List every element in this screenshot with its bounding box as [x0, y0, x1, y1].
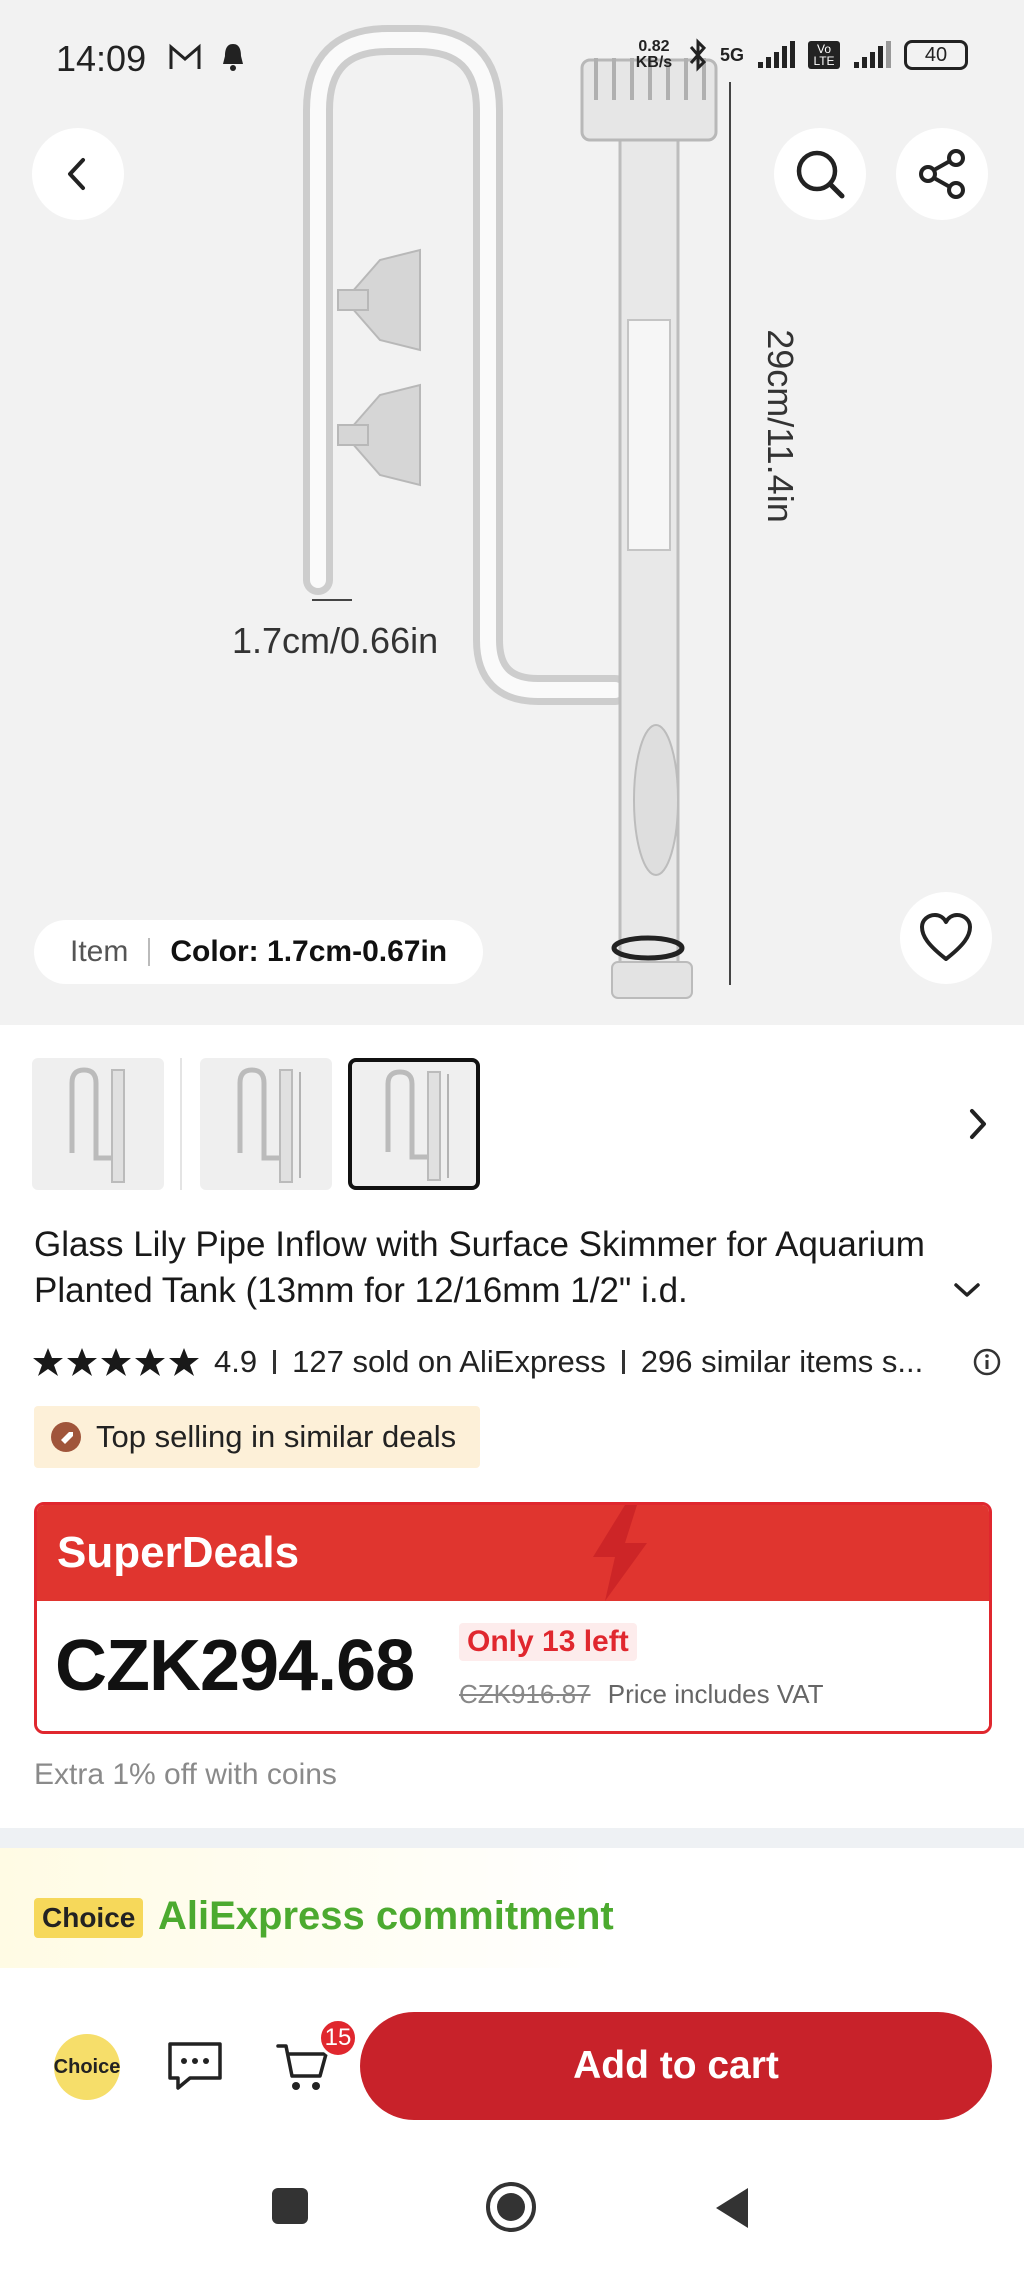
rating-row[interactable]: 4.9 127 sold on AliExpress 296 similar i…	[32, 1342, 1002, 1382]
superdeals-header: SuperDeals	[37, 1505, 989, 1601]
status-right-icons: 0.82 KB/s 5G Vo LTE 40	[632, 38, 968, 72]
chevron-right-icon	[970, 1109, 986, 1139]
item-label: Item	[70, 935, 129, 968]
heart-icon	[920, 913, 972, 961]
status-time: 14:09	[56, 38, 147, 79]
dimension-width-label: 1.7cm/0.66in	[232, 620, 439, 661]
search-button[interactable]	[774, 128, 866, 220]
tag-icon	[51, 1422, 81, 1452]
star-rating	[32, 1347, 200, 1377]
section-divider	[0, 1828, 1024, 1848]
thumbnail-image	[237, 1067, 301, 1183]
add-to-cart-button[interactable]: Add to cart	[360, 2012, 992, 2120]
vat-note: Price includes VAT	[607, 1679, 824, 1709]
share-button[interactable]	[896, 128, 988, 220]
chat-icon	[168, 2042, 222, 2090]
chevron-left-icon	[68, 158, 85, 190]
info-icon[interactable]	[972, 1347, 1002, 1377]
thumbnail-image	[385, 1069, 449, 1181]
commitment-text: AliExpress commitment	[158, 1894, 614, 1938]
choice-tag: Choice	[34, 1898, 144, 1938]
chevron-down-icon	[954, 1283, 980, 1297]
signal-icon	[758, 41, 795, 68]
bottom-action-bar: Choice 15 Add to cart	[0, 1968, 1024, 2148]
star-icon	[33, 1348, 63, 1376]
bluetooth-icon	[689, 38, 707, 72]
superdeals-card: SuperDeals CZK294.68 Only 13 left CZK916…	[34, 1502, 992, 1734]
thumbnail-2[interactable]	[200, 1058, 332, 1190]
product-image	[303, 25, 731, 999]
gmail-icon	[169, 43, 201, 69]
favorite-button[interactable]	[900, 892, 992, 984]
sale-price: CZK294.68	[55, 1626, 415, 1706]
commitment-section[interactable]: Choice AliExpress commitment	[0, 1848, 1024, 1968]
thumbnail-3[interactable]	[348, 1058, 480, 1190]
variant-pill[interactable]: Item Color: 1.7cm-0.67in	[34, 920, 484, 984]
color-variant-label: Color: 1.7cm-0.67in	[170, 935, 448, 968]
star-icon	[169, 1348, 199, 1376]
system-navigation-bar	[0, 2148, 1024, 2276]
superdeals-body: CZK294.68 Only 13 left CZK916.87 Price i…	[37, 1601, 989, 1731]
notification-icons	[168, 42, 246, 72]
share-icon	[919, 149, 965, 199]
star-icon	[135, 1348, 165, 1376]
chat-button[interactable]	[166, 2040, 224, 2097]
back-nav-icon[interactable]	[712, 2186, 752, 2230]
thumbnails-next-button[interactable]	[952, 1098, 1004, 1150]
star-icon	[67, 1348, 97, 1376]
thumbnail-strip	[32, 1058, 992, 1190]
recent-apps-icon[interactable]	[270, 2186, 310, 2226]
top-selling-text: Top selling in similar deals	[96, 1419, 457, 1454]
sold-count: 127 sold on AliExpress	[292, 1344, 606, 1379]
expand-title-button[interactable]	[950, 1278, 984, 1307]
lightning-icon	[593, 1505, 647, 1601]
net-speed: 0.82 KB/s	[635, 38, 673, 71]
choice-button[interactable]: Choice	[54, 2034, 120, 2100]
top-selling-badge: Top selling in similar deals	[34, 1406, 481, 1468]
thumbnail-image	[69, 1067, 125, 1183]
thumbnail-divider	[180, 1058, 182, 1190]
divider	[621, 1350, 625, 1374]
original-price: CZK916.87	[459, 1679, 591, 1709]
stock-badge: Only 13 left	[459, 1623, 637, 1661]
coins-discount-note[interactable]: Extra 1% off with coins	[34, 1758, 337, 1792]
similar-items: 296 similar items s...	[640, 1344, 924, 1379]
bell-icon	[223, 44, 243, 71]
network-type: 5G	[719, 44, 744, 65]
signal-icon-2	[854, 41, 891, 68]
star-icon	[101, 1348, 131, 1376]
cart-count-badge: 15	[318, 2018, 358, 2058]
volte-badge: Vo LTE	[808, 41, 840, 69]
superdeals-title: SuperDeals	[57, 1528, 300, 1577]
price-details: CZK916.87 Price includes VAT	[459, 1679, 824, 1710]
back-button[interactable]	[32, 128, 124, 220]
product-image-gallery[interactable]: 1.7cm/0.66in 29cm/11.4in Item Color: 1.7…	[0, 0, 1024, 1025]
home-icon[interactable]	[484, 2180, 538, 2234]
product-title[interactable]: Glass Lily Pipe Inflow with Surface Skim…	[34, 1222, 984, 1314]
divider	[273, 1350, 277, 1374]
battery-icon: 40	[904, 40, 968, 70]
divider	[148, 938, 151, 966]
status-bar: 14:09 0.82 KB/s 5G Vo LTE 40	[0, 0, 1024, 120]
dimension-height-label: 29cm/11.4in	[760, 329, 801, 523]
search-icon	[796, 150, 845, 199]
rating-value: 4.9	[214, 1344, 258, 1379]
thumbnail-1[interactable]	[32, 1058, 164, 1190]
